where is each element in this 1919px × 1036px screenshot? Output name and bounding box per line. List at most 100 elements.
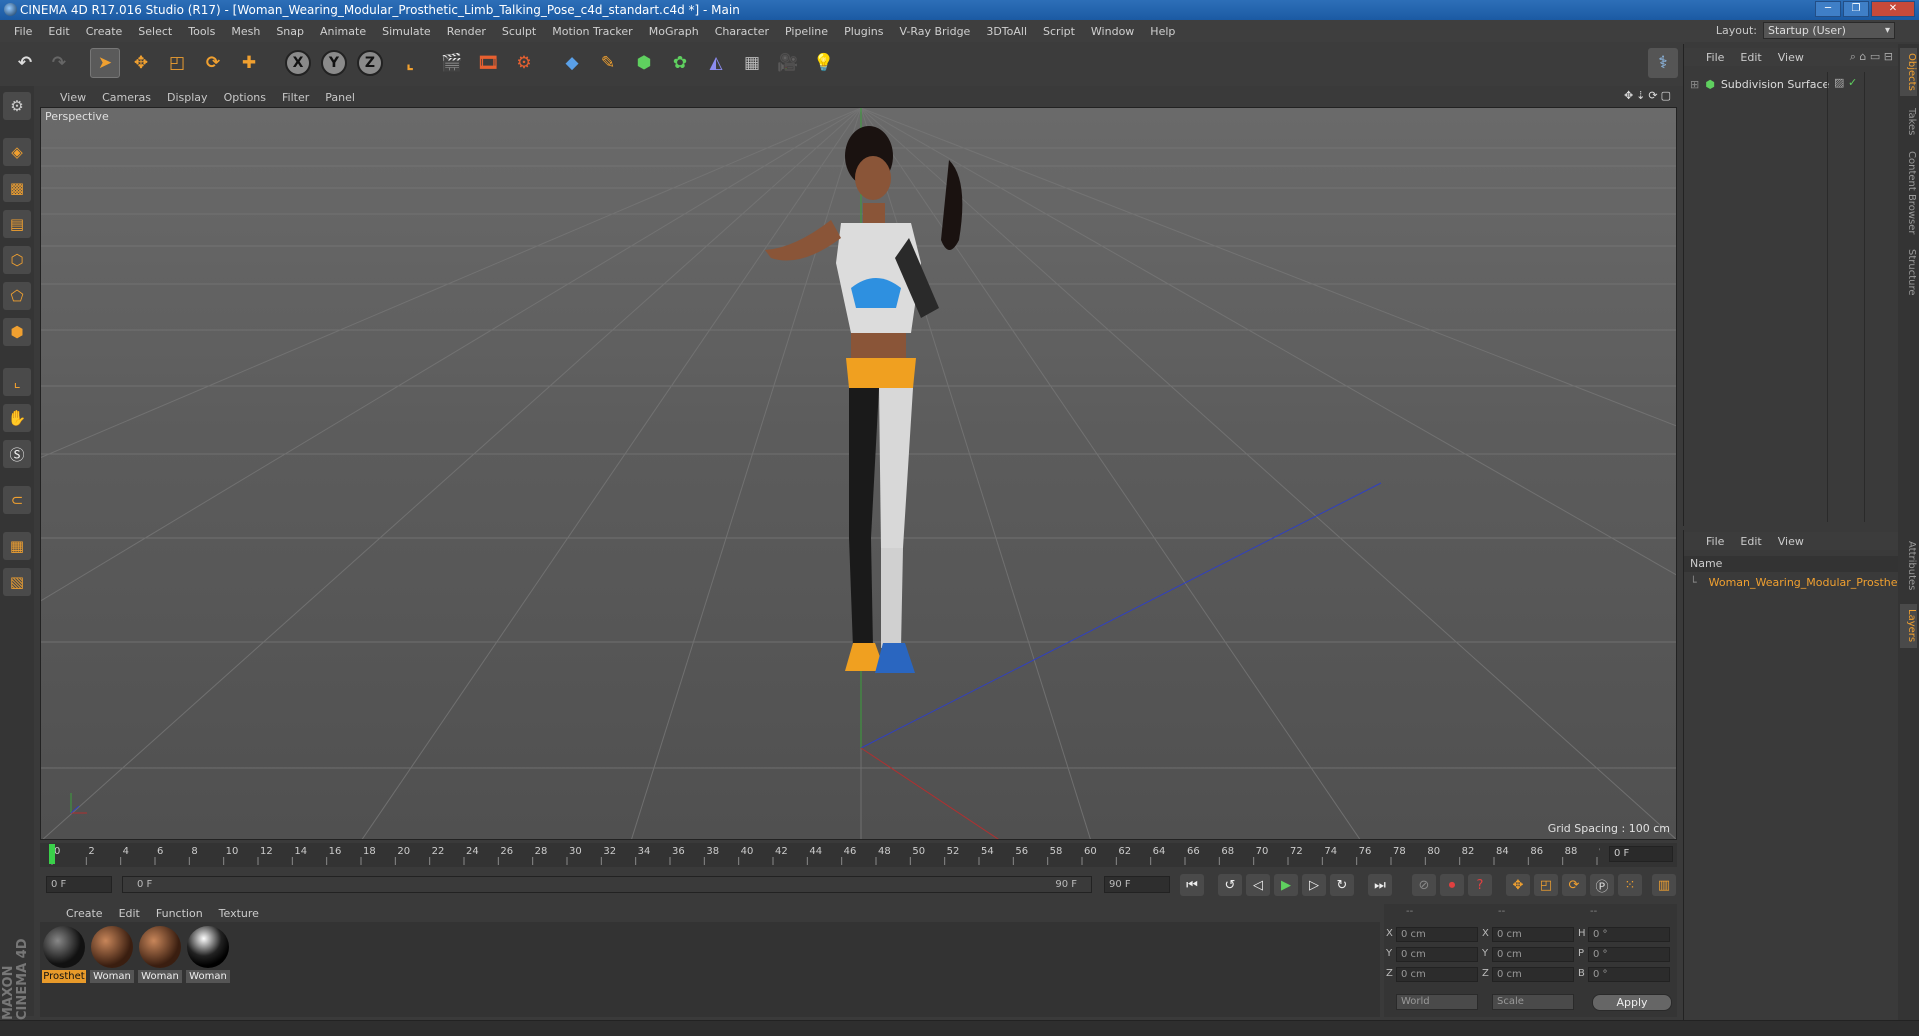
viewport-menu-cameras[interactable]: Cameras [94, 91, 159, 104]
previous-frame-icon[interactable]: ◁ [1246, 874, 1270, 896]
viewport-menu-filter[interactable]: Filter [274, 91, 317, 104]
record-keys-icon[interactable]: ⏺ [1440, 874, 1464, 896]
material-swatch-prosthetic[interactable]: Prosthet [42, 926, 86, 984]
menu-plugins[interactable]: Plugins [836, 25, 891, 38]
render-view-icon[interactable]: 🎬 [437, 48, 467, 78]
coordinate-space-dropdown[interactable]: World [1396, 994, 1478, 1010]
viewport-menu-view[interactable]: View [52, 91, 94, 104]
model-mode-icon[interactable]: ◈ [3, 138, 31, 166]
position-x-field[interactable]: 0 cm [1396, 927, 1478, 942]
points-mode-icon[interactable]: ⬡ [3, 246, 31, 274]
viewport-move-icon[interactable]: ✥ [1624, 89, 1633, 102]
expand-icon[interactable]: ⊞ [1690, 78, 1699, 91]
tab-takes[interactable]: Takes [1900, 102, 1917, 142]
object-search-icon[interactable]: ⌕ ⌂ ▭ ⊟ [1850, 50, 1893, 64]
material-swatch-woman-2[interactable]: Woman [138, 926, 182, 984]
transform-mode-dropdown[interactable]: Scale [1492, 994, 1574, 1010]
key-rotation-icon[interactable]: ⟳ [1562, 874, 1586, 896]
menu-motion-tracker[interactable]: Motion Tracker [544, 25, 640, 38]
menu-help[interactable]: Help [1142, 25, 1183, 38]
polygons-mode-icon[interactable]: ⬢ [3, 318, 31, 346]
start-frame-field[interactable]: 0 F [46, 876, 112, 893]
size-y-field[interactable]: 0 cm [1492, 947, 1574, 962]
previous-key-icon[interactable]: ↺ [1218, 874, 1242, 896]
timeline-ruler[interactable]: 0 2 4 6 8 10 12 14 16 18 20 22 24 26 28 30 32 34 36 38 40 42 4… [40, 843, 1677, 867]
menu-create[interactable]: Create [78, 25, 131, 38]
material-swatch-woman-1[interactable]: Woman [90, 926, 134, 984]
play-icon[interactable]: ▶ [1274, 874, 1298, 896]
menu-sculpt[interactable]: Sculpt [494, 25, 544, 38]
material-menu-create[interactable]: Create [58, 907, 111, 920]
move-icon[interactable]: ✥ [126, 48, 156, 78]
menu-character[interactable]: Character [707, 25, 777, 38]
tab-layers[interactable]: Layers [1900, 604, 1917, 648]
menu-edit[interactable]: Edit [40, 25, 77, 38]
undo-icon[interactable]: ↶ [10, 48, 40, 78]
layout-dropdown[interactable]: Startup (User) [1763, 22, 1895, 39]
mograph-cloner-icon[interactable]: ✿ [665, 48, 695, 78]
layer-row[interactable]: └ Woman_Wearing_Modular_Prosthetic_Limb [1690, 574, 1898, 590]
rotation-b-field[interactable]: 0 ° [1588, 967, 1670, 982]
coordinate-system-icon[interactable]: ⌞ [395, 48, 425, 78]
position-y-field[interactable]: 0 cm [1396, 947, 1478, 962]
x-axis-lock-button[interactable]: X [285, 50, 311, 76]
rotate-icon[interactable]: ⟳ [198, 48, 228, 78]
menu-animate[interactable]: Animate [312, 25, 374, 38]
key-scale-icon[interactable]: ◰ [1534, 874, 1558, 896]
tweak-mode-icon[interactable]: ✋ [3, 404, 31, 432]
key-pla-icon[interactable]: ⁙ [1618, 874, 1642, 896]
layer-menu-file[interactable]: File [1698, 535, 1732, 548]
live-selection-icon[interactable]: ➤ [90, 48, 120, 78]
redo-icon[interactable]: ↷ [44, 48, 74, 78]
menu-select[interactable]: Select [130, 25, 180, 38]
perspective-viewport[interactable]: Perspective Grid Spacing : 100 cm [40, 107, 1677, 840]
texture-mode-icon[interactable]: ▩ [3, 174, 31, 202]
playhead[interactable] [49, 844, 55, 864]
menu-pipeline[interactable]: Pipeline [777, 25, 836, 38]
object-menu-edit[interactable]: Edit [1732, 51, 1769, 64]
menu-mograph[interactable]: MoGraph [641, 25, 707, 38]
layer-menu-edit[interactable]: Edit [1732, 535, 1769, 548]
make-editable-icon[interactable]: ⚙ [3, 92, 31, 120]
render-settings-icon[interactable]: ⚙ [509, 48, 539, 78]
viewport-menu-panel[interactable]: Panel [317, 91, 363, 104]
viewport-zoom-icon[interactable]: ⇣ [1636, 89, 1645, 102]
viewport-maximize-icon[interactable]: ▢ [1661, 89, 1671, 102]
axis-mode-icon[interactable]: ⌞ [3, 368, 31, 396]
magnet-icon[interactable]: ⊂ [3, 486, 31, 514]
menu-script[interactable]: Script [1035, 25, 1083, 38]
python-icon[interactable]: ⚕ [1648, 48, 1678, 78]
tab-objects[interactable]: Objects [1900, 48, 1917, 96]
tab-structure[interactable]: Structure [1900, 244, 1917, 300]
current-frame-field[interactable]: 0 F [1609, 846, 1673, 862]
apply-button[interactable]: Apply [1592, 994, 1672, 1011]
enabled-check-icon[interactable]: ✓ [1848, 76, 1857, 89]
viewport-menu-display[interactable]: Display [159, 91, 216, 104]
size-x-field[interactable]: 0 cm [1492, 927, 1574, 942]
keyframe-selection-icon[interactable]: ⊘ [1412, 874, 1436, 896]
menu-simulate[interactable]: Simulate [374, 25, 439, 38]
position-z-field[interactable]: 0 cm [1396, 967, 1478, 982]
material-menu-function[interactable]: Function [148, 907, 211, 920]
tab-content-browser[interactable]: Content Browser [1900, 148, 1917, 238]
next-key-icon[interactable]: ↻ [1330, 874, 1354, 896]
y-axis-lock-button[interactable]: Y [321, 50, 347, 76]
close-button[interactable]: ✕ [1871, 1, 1915, 17]
menu-3dtoall[interactable]: 3DToAll [978, 25, 1035, 38]
edges-mode-icon[interactable]: ⬠ [3, 282, 31, 310]
menu-snap[interactable]: Snap [268, 25, 312, 38]
planar-workplane-icon[interactable]: ▧ [3, 568, 31, 596]
key-position-icon[interactable]: ✥ [1506, 874, 1530, 896]
frame-range-slider[interactable]: 0 F 90 F [122, 876, 1092, 893]
menu-mesh[interactable]: Mesh [223, 25, 268, 38]
minimize-button[interactable]: ─ [1815, 1, 1841, 17]
tab-attributes[interactable]: Attributes [1900, 534, 1917, 598]
viewport-menu-options[interactable]: Options [216, 91, 274, 104]
floor-icon[interactable]: ▦ [737, 48, 767, 78]
subdivision-icon[interactable]: ⬢ [629, 48, 659, 78]
camera-icon[interactable]: 🎥 [773, 48, 803, 78]
cube-icon[interactable]: ◆ [557, 48, 587, 78]
maximize-button[interactable]: ❐ [1843, 1, 1869, 17]
autokey-icon[interactable]: ? [1468, 874, 1492, 896]
deformer-icon[interactable]: ◭ [701, 48, 731, 78]
